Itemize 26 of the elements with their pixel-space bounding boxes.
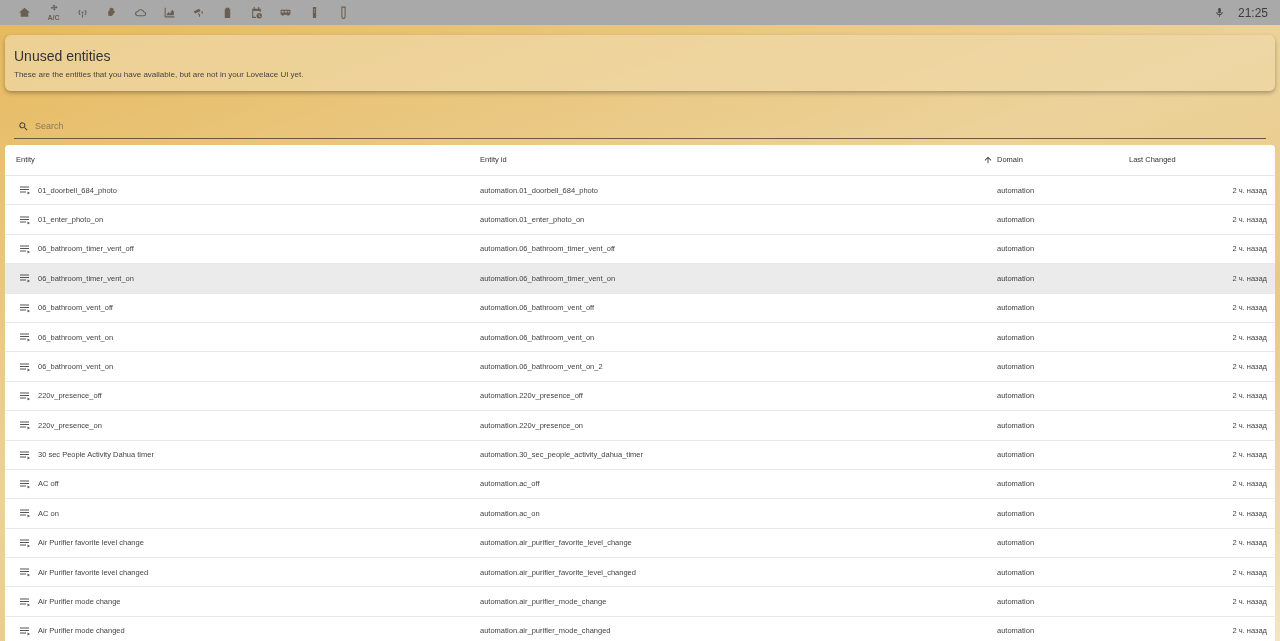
card-description: These are the entities that you have available, but are not in your Lovelace UI yet.	[14, 69, 305, 81]
list-icon	[19, 479, 31, 490]
list-icon	[19, 332, 31, 343]
list-icon	[19, 537, 31, 548]
area-chart-icon[interactable]	[163, 6, 176, 19]
list-icon	[19, 361, 31, 372]
search-icon	[18, 121, 29, 132]
list-icon	[19, 596, 31, 607]
list-icon	[19, 185, 31, 196]
card-title: Unused entities	[14, 47, 112, 65]
cloud-icon[interactable]	[134, 6, 147, 19]
list-icon	[19, 626, 31, 637]
list-icon	[19, 302, 31, 313]
search-field[interactable]: Search	[35, 119, 1262, 134]
list-icon	[19, 449, 31, 460]
list-icon	[19, 273, 31, 284]
list-icon	[19, 390, 31, 401]
clock: 21:25	[1237, 4, 1268, 22]
list-icon	[19, 214, 31, 225]
list-icon	[19, 243, 31, 254]
list-icon	[19, 420, 31, 431]
home-icon[interactable]	[18, 6, 31, 19]
list-icon	[19, 567, 31, 578]
microphone-icon[interactable]	[1213, 6, 1225, 19]
list-icon	[19, 508, 31, 519]
calendar-clock-icon[interactable]	[250, 6, 263, 19]
